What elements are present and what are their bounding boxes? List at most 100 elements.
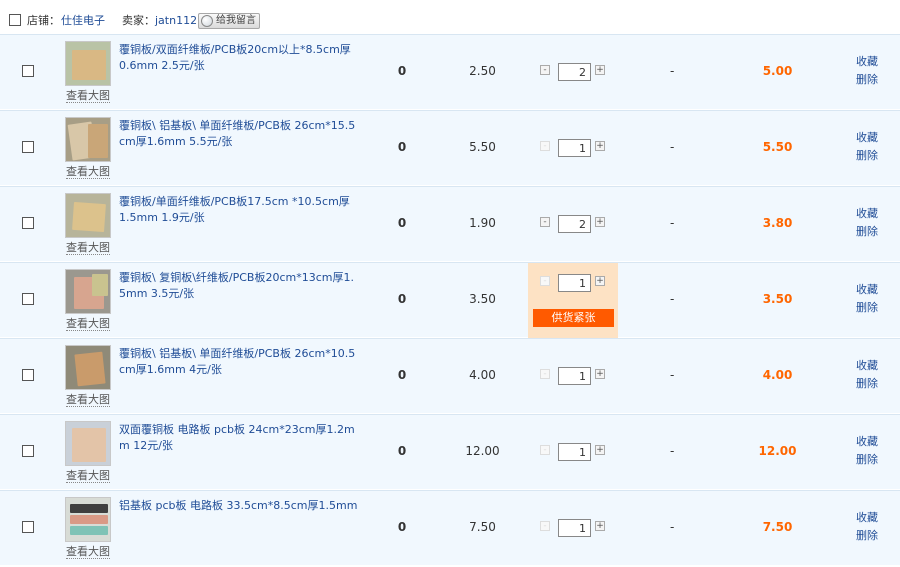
- item-unit-price: 4.00: [469, 368, 496, 382]
- cart-item-row: 查看大图 覆铜板/单面纤维板/PCB板17.5cm *10.5cm厚1.5mm …: [0, 186, 900, 261]
- item-select-checkbox[interactable]: [22, 141, 34, 153]
- plus-icon[interactable]: +: [595, 141, 605, 151]
- item-unit-price: 5.50: [469, 140, 496, 154]
- quantity-stepper: - +: [528, 339, 618, 414]
- minus-icon[interactable]: -: [540, 141, 550, 151]
- plus-icon[interactable]: +: [595, 445, 605, 455]
- delete-link[interactable]: 删除: [856, 453, 878, 467]
- quantity-input[interactable]: [558, 215, 591, 233]
- item-subtotal: 5.50: [762, 140, 793, 154]
- view-large-link[interactable]: 查看大图: [66, 469, 110, 483]
- view-large-link[interactable]: 查看大图: [66, 89, 110, 103]
- item-select-checkbox[interactable]: [22, 217, 34, 229]
- view-large-link[interactable]: 查看大图: [66, 393, 110, 407]
- shop-select-checkbox[interactable]: [9, 14, 21, 26]
- favorite-link[interactable]: 收藏: [856, 55, 878, 69]
- favorite-link[interactable]: 收藏: [856, 511, 878, 525]
- delete-link[interactable]: 删除: [856, 377, 878, 391]
- item-select-checkbox[interactable]: [22, 445, 34, 457]
- view-large-link[interactable]: 查看大图: [66, 317, 110, 331]
- item-title-link[interactable]: 覆铜板\ 铝基板\ 单面纤维板/PCB板 26cm*10.5cm厚1.6mm 4…: [119, 346, 359, 378]
- view-large-link[interactable]: 查看大图: [66, 545, 110, 559]
- item-thumbnail[interactable]: [65, 269, 111, 314]
- delete-link[interactable]: 删除: [856, 225, 878, 239]
- quantity-stepper: - +: [528, 491, 618, 566]
- minus-icon[interactable]: -: [540, 217, 550, 227]
- favorite-link[interactable]: 收藏: [856, 283, 878, 297]
- item-subtotal: 3.80: [762, 216, 793, 230]
- item-unit-price: 2.50: [469, 64, 496, 78]
- item-discount: 0: [397, 64, 407, 78]
- view-large-link[interactable]: 查看大图: [66, 241, 110, 255]
- minus-icon[interactable]: -: [540, 65, 550, 75]
- item-title-link[interactable]: 双面覆铜板 电路板 pcb板 24cm*23cm厚1.2mm 12元/张: [119, 422, 359, 454]
- plus-icon[interactable]: +: [595, 217, 605, 227]
- cart-item-row: 查看大图 覆铜板\ 铝基板\ 单面纤维板/PCB板 26cm*10.5cm厚1.…: [0, 338, 900, 413]
- message-seller-button[interactable]: 给我留言: [198, 13, 260, 29]
- plus-icon[interactable]: +: [595, 369, 605, 379]
- delete-link[interactable]: 删除: [856, 529, 878, 543]
- item-discount: 0: [397, 140, 407, 154]
- view-large-link[interactable]: 查看大图: [66, 165, 110, 179]
- shop-header: 店铺： 仕佳电子 卖家： jatn112 给我留言: [0, 0, 900, 34]
- item-title-link[interactable]: 铝基板 pcb板 电路板 33.5cm*8.5cm厚1.5mm: [119, 498, 359, 514]
- plus-icon[interactable]: +: [595, 65, 605, 75]
- store-name-link[interactable]: 仕佳电子: [61, 14, 105, 28]
- item-thumbnail[interactable]: [65, 117, 111, 162]
- item-select-checkbox[interactable]: [22, 65, 34, 77]
- quantity-stepper: - +: [528, 111, 618, 186]
- item-select-checkbox[interactable]: [22, 521, 34, 533]
- item-unit-price: 12.00: [465, 444, 500, 458]
- item-select-checkbox[interactable]: [22, 369, 34, 381]
- item-subtotal: 3.50: [762, 292, 793, 306]
- item-title-link[interactable]: 覆铜板\ 复铜板\纤维板/PCB板20cm*13cm厚1.5mm 3.5元/张: [119, 270, 359, 302]
- quantity-stepper: - +: [528, 415, 618, 490]
- store-label: 店铺：: [27, 14, 60, 27]
- delete-link[interactable]: 删除: [856, 73, 878, 87]
- item-title-link[interactable]: 覆铜板/单面纤维板/PCB板17.5cm *10.5cm厚1.5mm 1.9元/…: [119, 194, 359, 226]
- item-thumbnail[interactable]: [65, 41, 111, 86]
- delete-link[interactable]: 删除: [856, 301, 878, 315]
- minus-icon[interactable]: -: [540, 369, 550, 379]
- favorite-link[interactable]: 收藏: [856, 435, 878, 449]
- item-select-checkbox[interactable]: [22, 293, 34, 305]
- item-subtotal: 7.50: [762, 520, 793, 534]
- seller-label: 卖家：: [122, 14, 155, 27]
- item-discount: 0: [397, 368, 407, 382]
- item-promo-value: -: [670, 444, 675, 458]
- item-thumbnail[interactable]: [65, 421, 111, 466]
- favorite-link[interactable]: 收藏: [856, 131, 878, 145]
- cart-item-row: 查看大图 双面覆铜板 电路板 pcb板 24cm*23cm厚1.2mm 12元/…: [0, 414, 900, 489]
- cart-item-row: 查看大图 覆铜板\ 复铜板\纤维板/PCB板20cm*13cm厚1.5mm 3.…: [0, 262, 900, 338]
- favorite-link[interactable]: 收藏: [856, 359, 878, 373]
- message-button-label: 给我留言: [216, 15, 256, 26]
- item-discount: 0: [397, 520, 407, 534]
- cart-item-row: 查看大图 覆铜板/双面纤维板/PCB板20cm以上*8.5cm厚0.6mm 2.…: [0, 34, 900, 109]
- item-subtotal: 4.00: [762, 368, 793, 382]
- minus-icon[interactable]: -: [540, 276, 550, 286]
- quantity-stepper: - +: [528, 35, 618, 110]
- plus-icon[interactable]: +: [595, 276, 605, 286]
- item-discount: 0: [397, 216, 407, 230]
- item-discount: 0: [397, 444, 407, 458]
- plus-icon[interactable]: +: [595, 521, 605, 531]
- item-title-link[interactable]: 覆铜板/双面纤维板/PCB板20cm以上*8.5cm厚0.6mm 2.5元/张: [119, 42, 359, 74]
- quantity-input[interactable]: [558, 139, 591, 157]
- item-promo-value: -: [670, 520, 675, 534]
- item-title-link[interactable]: 覆铜板\ 铝基板\ 单面纤维板/PCB板 26cm*15.5cm厚1.6mm 5…: [119, 118, 359, 150]
- quantity-input[interactable]: [558, 63, 591, 81]
- item-promo-value: -: [670, 64, 675, 78]
- quantity-input[interactable]: [558, 519, 591, 537]
- item-thumbnail[interactable]: [65, 193, 111, 238]
- item-thumbnail[interactable]: [65, 497, 111, 542]
- favorite-link[interactable]: 收藏: [856, 207, 878, 221]
- quantity-input[interactable]: [558, 274, 591, 292]
- item-thumbnail[interactable]: [65, 345, 111, 390]
- minus-icon[interactable]: -: [540, 521, 550, 531]
- item-promo-value: -: [670, 368, 675, 382]
- quantity-input[interactable]: [558, 443, 591, 461]
- quantity-input[interactable]: [558, 367, 591, 385]
- minus-icon[interactable]: -: [540, 445, 550, 455]
- seller-name-link[interactable]: jatn112: [155, 14, 197, 28]
- delete-link[interactable]: 删除: [856, 149, 878, 163]
